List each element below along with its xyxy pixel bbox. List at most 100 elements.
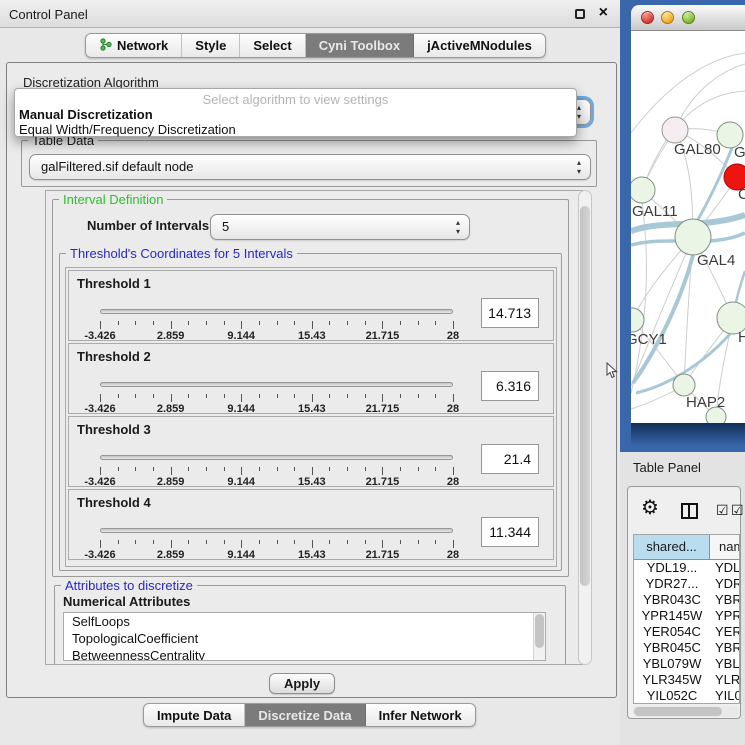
algorithm-popup-prompt: Select algorithm to view settings xyxy=(15,92,576,107)
tick-mark xyxy=(382,467,383,475)
table-row[interactable]: YDL19...YDL1 xyxy=(634,560,739,576)
slider-handle[interactable] xyxy=(371,449,386,467)
slider-track[interactable] xyxy=(100,528,453,533)
table-cell[interactable]: YPR145W xyxy=(634,608,710,624)
zoom-window-icon[interactable] xyxy=(682,11,695,24)
scrollbar-thumb[interactable] xyxy=(535,614,544,648)
table-cell[interactable]: YBL079W xyxy=(634,656,710,672)
table-data-combo-value: galFiltered.sif default node xyxy=(41,159,193,174)
threshold-1-slider[interactable]: -3.4262.8599.14415.4321.71528 xyxy=(100,299,453,343)
table-cell[interactable]: YLR3 xyxy=(710,672,739,688)
network-node-gal11[interactable] xyxy=(631,177,655,203)
slider-handle[interactable] xyxy=(202,376,217,394)
settings-vertical-scrollbar[interactable] xyxy=(578,190,592,665)
tick-mark xyxy=(153,321,154,325)
network-window-titlebar[interactable] xyxy=(631,5,745,31)
threshold-4-slider[interactable]: -3.4262.8599.14415.4321.71528 xyxy=(100,518,453,562)
network-node[interactable] xyxy=(706,407,726,423)
slider-handle[interactable] xyxy=(296,303,311,321)
scrollbar-thumb[interactable] xyxy=(580,206,590,586)
checkbox-icon[interactable]: ☑ xyxy=(716,502,729,519)
tab-jactivemnodules[interactable]: jActiveMNodules xyxy=(414,34,545,57)
attribute-item-topologicalcoefficient[interactable]: TopologicalCoefficient xyxy=(64,630,545,647)
interval-definition-title: Interval Definition xyxy=(59,192,167,207)
close-window-icon[interactable] xyxy=(641,11,654,24)
tick-mark xyxy=(118,540,119,544)
table-cell[interactable]: YLR345W xyxy=(634,672,710,688)
tab-impute-data[interactable]: Impute Data xyxy=(144,704,245,726)
network-node-hap2[interactable] xyxy=(673,374,695,396)
tick-mark xyxy=(312,321,313,329)
combo-spinner-icon: ▴▾ xyxy=(456,218,460,236)
tick-mark xyxy=(241,540,242,548)
table-cell[interactable]: YDL19... xyxy=(634,560,710,576)
column-header-name[interactable]: nam xyxy=(710,535,739,559)
gear-icon[interactable]: ⚙ xyxy=(641,495,659,520)
table-cell[interactable]: YDR2 xyxy=(710,576,739,592)
attribute-item-betweennesscentrality[interactable]: BetweennessCentrality xyxy=(64,647,545,661)
network-node-gcy1[interactable] xyxy=(631,308,644,332)
table-cell[interactable]: YDL1 xyxy=(710,560,739,576)
tab-discretize-data[interactable]: Discretize Data xyxy=(245,704,365,726)
tab-network[interactable]: Network xyxy=(86,34,182,57)
threshold-4-value-field[interactable]: 11.344 xyxy=(481,517,539,547)
tab-select[interactable]: Select xyxy=(240,34,305,57)
tick-mark xyxy=(382,321,383,329)
tick-mark xyxy=(435,321,436,325)
tab-cyni-toolbox[interactable]: Cyni Toolbox xyxy=(306,34,414,57)
attributes-list-scrollbar[interactable] xyxy=(533,613,545,660)
network-node-gal80[interactable] xyxy=(662,117,688,143)
table-row[interactable]: YBL079WYBL0 xyxy=(634,656,739,672)
slider-handle[interactable] xyxy=(258,522,273,540)
algorithm-option-manual-discretization[interactable]: Manual Discretization xyxy=(15,107,576,122)
table-cell[interactable]: YPR1 xyxy=(710,608,739,624)
tick-mark xyxy=(382,540,383,548)
tab-style[interactable]: Style xyxy=(182,34,240,57)
table-cell[interactable]: YBL0 xyxy=(710,656,739,672)
split-view-icon[interactable] xyxy=(681,503,698,519)
slider-track[interactable] xyxy=(100,382,453,387)
slider-track[interactable] xyxy=(100,455,453,460)
table-cell[interactable]: YIL052C xyxy=(634,688,710,704)
table-row[interactable]: YBR043CYBR0 xyxy=(634,592,739,608)
threshold-2-value-field[interactable]: 6.316 xyxy=(481,371,539,401)
network-node-gal4[interactable] xyxy=(675,219,711,255)
algorithm-option-equal-width-frequency-discretization[interactable]: Equal Width/Frequency Discretization xyxy=(15,122,576,137)
table-cell[interactable]: YBR0 xyxy=(710,592,739,608)
table-row[interactable]: YPR145WYPR1 xyxy=(634,608,739,624)
table-row[interactable]: YER054CYER0 xyxy=(634,624,739,640)
threshold-3-slider[interactable]: -3.4262.8599.14415.4321.71528 xyxy=(100,445,453,489)
table-cell[interactable]: YER0 xyxy=(710,624,739,640)
table-row[interactable]: YBR045CYBR0 xyxy=(634,640,739,656)
table-cell[interactable]: YDR27... xyxy=(634,576,710,592)
checkbox-icon[interactable]: ☑ xyxy=(731,502,744,519)
threshold-3-value-field[interactable]: 21.4 xyxy=(481,444,539,474)
threshold-1-value-field[interactable]: 14.713 xyxy=(481,298,539,328)
column-header-shared[interactable]: shared... xyxy=(634,535,710,559)
slider-track[interactable] xyxy=(100,309,453,314)
table-cell[interactable]: YBR045C xyxy=(634,640,710,656)
scrollbar-thumb[interactable] xyxy=(634,707,722,716)
table-row[interactable]: YLR345WYLR3 xyxy=(634,672,739,688)
table-row[interactable]: YIL052CYIL0 xyxy=(634,688,739,704)
tick-mark xyxy=(294,321,295,325)
number-of-intervals-combo[interactable]: 5 ▴▾ xyxy=(210,214,470,240)
attribute-item-selfloops[interactable]: SelfLoops xyxy=(64,613,545,630)
table-row[interactable]: YDR27...YDR2 xyxy=(634,576,739,592)
algorithm-dropdown-popup: Select algorithm to view settings Manual… xyxy=(14,88,577,137)
threshold-label: Threshold 2 xyxy=(77,349,151,364)
threshold-2-slider[interactable]: -3.4262.8599.14415.4321.71528 xyxy=(100,372,453,416)
float-window-icon[interactable] xyxy=(575,9,585,19)
close-icon[interactable]: × xyxy=(599,4,608,22)
network-view-canvas[interactable]: GAL80GACGAL11GAL4GCY1HHAP2 xyxy=(631,31,745,423)
table-data-combo[interactable]: galFiltered.sif default node ▴▾ xyxy=(29,154,591,180)
table-cell[interactable]: YBR0 xyxy=(710,640,739,656)
tab-infer-network[interactable]: Infer Network xyxy=(366,704,475,726)
minimize-window-icon[interactable] xyxy=(661,11,674,24)
table-cell[interactable]: YBR043C xyxy=(634,592,710,608)
table-horizontal-scrollbar[interactable] xyxy=(633,706,740,717)
table-cell[interactable]: YIL0 xyxy=(710,688,739,704)
tick-mark xyxy=(294,467,295,471)
table-cell[interactable]: YER054C xyxy=(634,624,710,640)
apply-button[interactable]: Apply xyxy=(269,673,335,694)
